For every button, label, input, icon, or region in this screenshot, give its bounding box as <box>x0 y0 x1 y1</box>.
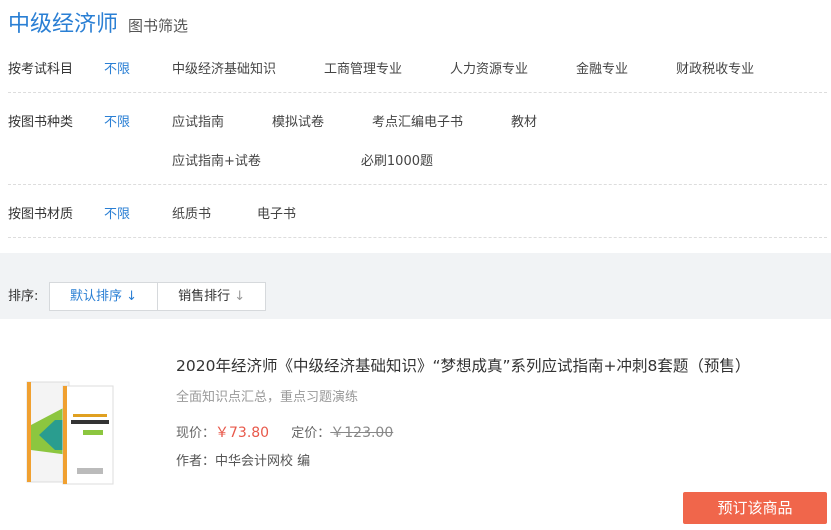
filter-option[interactable]: 必刷1000题 <box>361 150 433 169</box>
filter-option[interactable]: 考点汇编电子书 <box>372 111 463 130</box>
filter-option[interactable]: 中级经济基础知识 <box>172 58 276 77</box>
sort-options: 默认排序 ↓ 销售排行 ↓ <box>49 282 267 311</box>
price-label: 现价： <box>176 426 216 441</box>
filter-label: 按图书种类 <box>8 115 74 130</box>
filter-option[interactable]: 教材 <box>511 111 537 130</box>
filter-label: 按考试科目 <box>8 62 74 77</box>
filter-option[interactable]: 电子书 <box>257 203 296 222</box>
preorder-button[interactable]: 预订该商品 <box>683 492 827 524</box>
sort-sales-label: 销售排行 <box>178 289 231 304</box>
filter-option[interactable]: 金融专业 <box>576 58 628 77</box>
product-description: 全面知识点汇总，重点习题演练 <box>176 390 359 405</box>
page-title: 中级经济师 <box>8 12 119 37</box>
arrow-down-icon: ↓ <box>234 289 246 304</box>
arrow-down-icon: ↓ <box>126 289 138 304</box>
filter-any[interactable]: 不限 <box>104 203 172 222</box>
product-title[interactable]: 2020年经济师《中级经济基础知识》“梦想成真”系列应试指南+冲刺8套题（预售） <box>176 354 750 376</box>
filter-label: 按图书材质 <box>8 207 74 222</box>
filter-any[interactable]: 不限 <box>104 111 172 169</box>
list-price-label: 定价： <box>291 426 331 441</box>
product-price: 现价：￥73.80 定价：￥123.00 <box>176 422 393 442</box>
current-price: ￥73.80 <box>215 425 270 441</box>
page-subtitle: 图书筛选 <box>128 17 189 35</box>
filter-row-type: 按图书种类 不限 应试指南 模拟试卷 考点汇编电子书 教材 应试指南+试卷 必刷… <box>8 93 827 185</box>
sort-default-button[interactable]: 默认排序 ↓ <box>50 283 159 310</box>
filter-row-subject: 按考试科目 不限 中级经济基础知识 工商管理专业 人力资源专业 金融专业 财政税… <box>8 40 827 93</box>
filter-option[interactable]: 财政税收专业 <box>676 58 754 77</box>
filter-option[interactable]: 工商管理专业 <box>324 58 402 77</box>
filter-option[interactable]: 纸质书 <box>172 203 211 222</box>
sort-default-label: 默认排序 <box>70 289 123 304</box>
sort-label: 排序: <box>8 289 39 304</box>
list-price: ￥123.00 <box>330 425 394 441</box>
filter-row-material: 按图书材质 不限 纸质书 电子书 <box>8 185 827 238</box>
filter-option[interactable]: 人力资源专业 <box>450 58 528 77</box>
filter-option[interactable]: 应试指南 <box>172 111 224 130</box>
sort-sales-button[interactable]: 销售排行 ↓ <box>158 283 265 310</box>
filter-panel: 按考试科目 不限 中级经济基础知识 工商管理专业 人力资源专业 金融专业 财政税… <box>8 40 827 238</box>
filter-any[interactable]: 不限 <box>104 58 172 77</box>
page-header: 中级经济师 图书筛选 <box>8 6 188 38</box>
filter-option[interactable]: 应试指南+试卷 <box>172 150 261 169</box>
filter-option[interactable]: 模拟试卷 <box>272 111 324 130</box>
product-image[interactable] <box>25 380 137 486</box>
product-author: 作者：中华会计网校 编 <box>176 454 311 469</box>
